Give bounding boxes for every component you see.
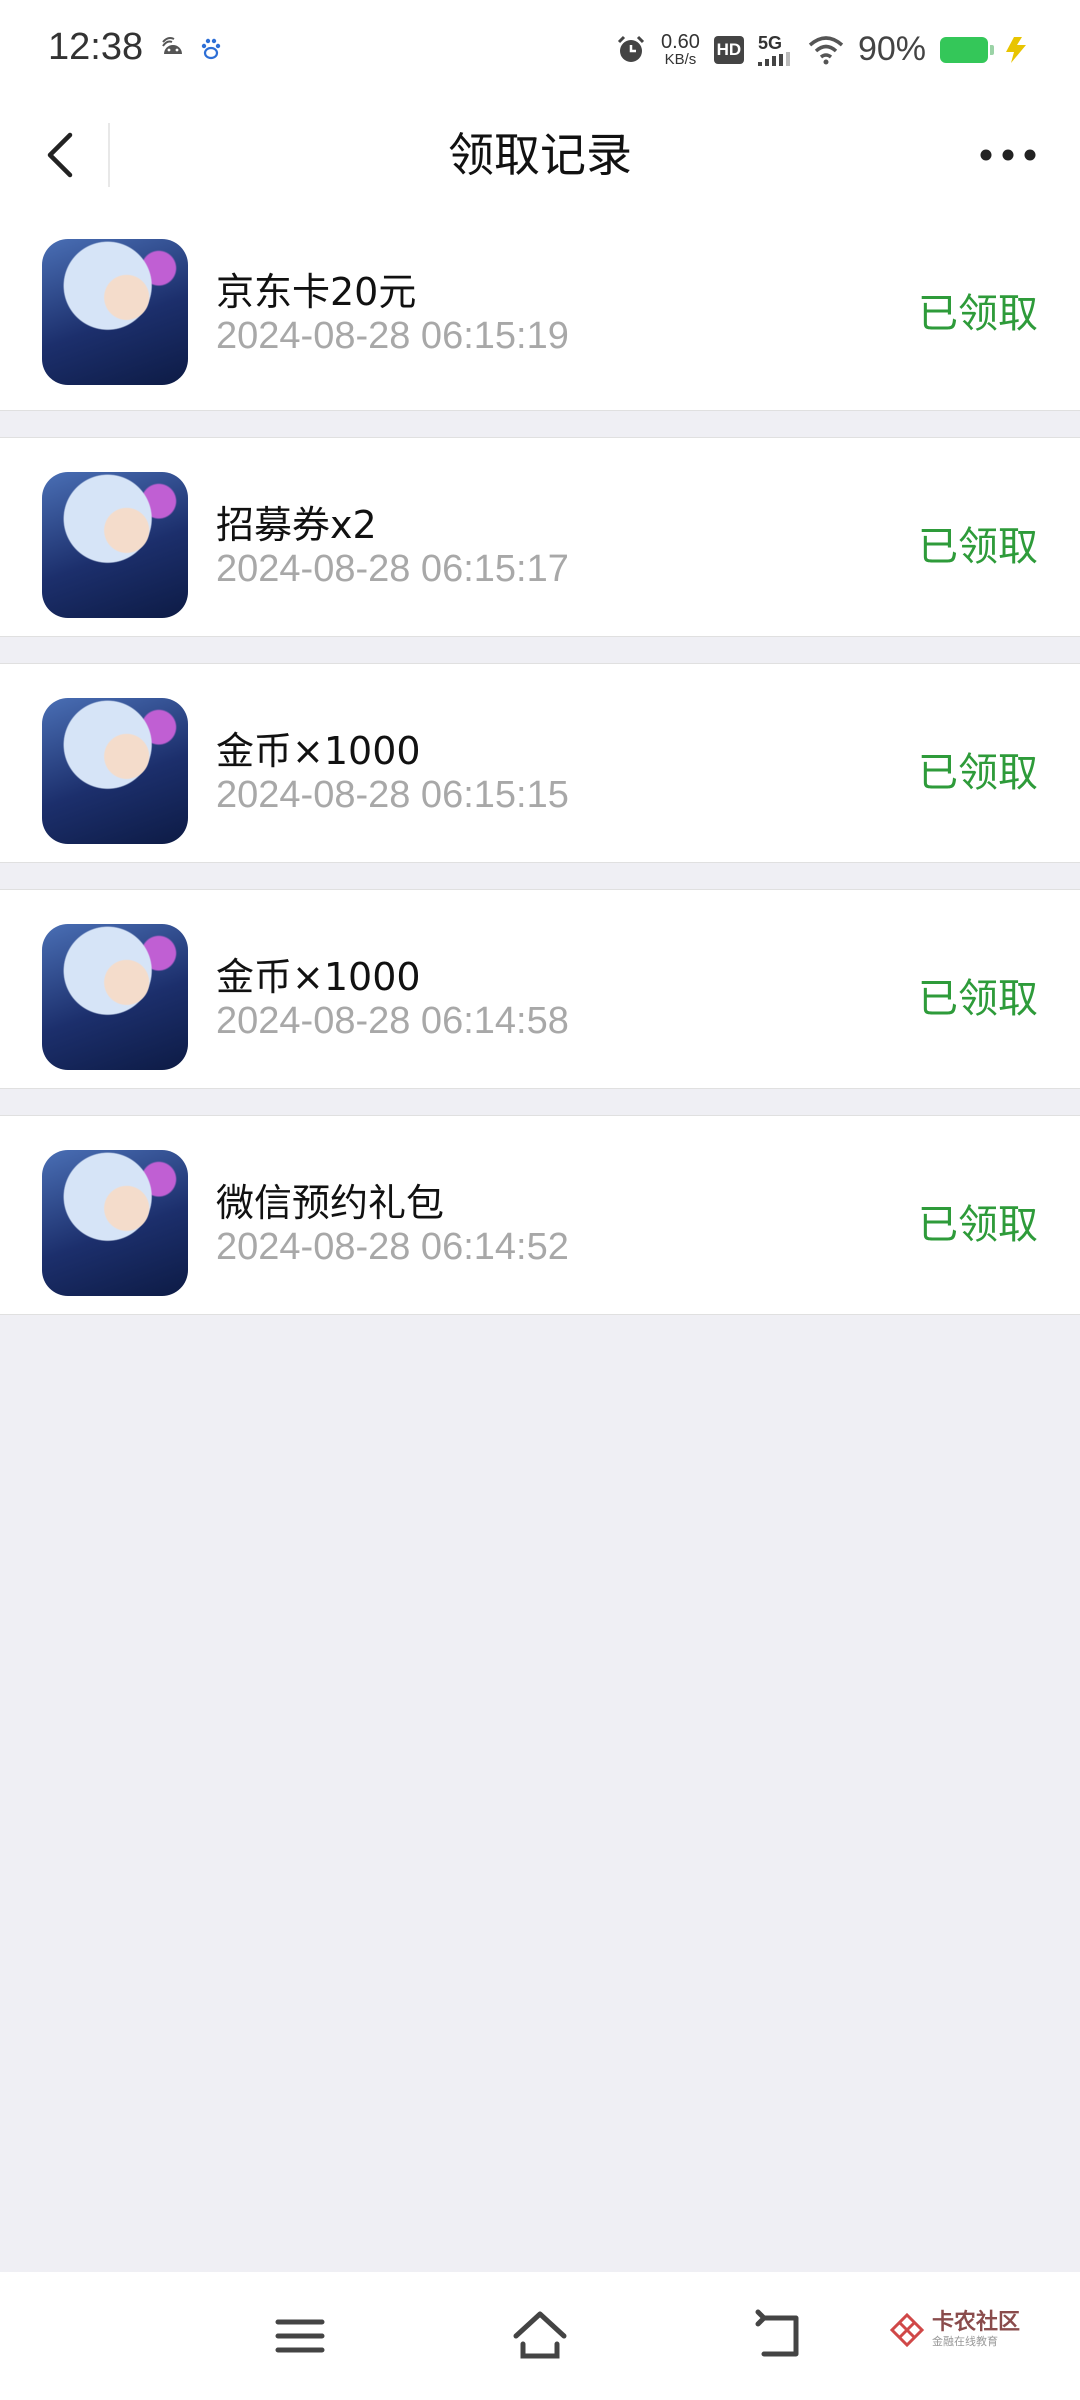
alarm-icon <box>617 35 645 62</box>
item-time: 2024-08-28 06:15:17 <box>216 548 569 590</box>
status-time: 12:38 <box>48 26 144 68</box>
watermark: 卡农社区 金融在线教育 <box>889 2310 1020 2348</box>
battery-percent: 90% <box>857 30 926 68</box>
game-avatar <box>42 1150 188 1296</box>
network-type: 5G <box>757 32 782 53</box>
menu-icon <box>275 2319 325 2353</box>
nav-bar: 领取记录 <box>0 105 1080 205</box>
item-time: 2024-08-28 06:15:15 <box>216 774 569 816</box>
status-badge: 已领取 <box>918 524 1038 570</box>
item-time: 2024-08-28 06:15:19 <box>216 315 569 357</box>
status-bar: 12:38 0.60 KB/s HD 5G 90% <box>0 0 1080 105</box>
list-item[interactable]: 金币×1000 2024-08-28 06:15:15 已领取 <box>0 663 1080 863</box>
home-button[interactable] <box>510 2306 570 2366</box>
item-title: 微信预约礼包 <box>216 1181 445 1225</box>
home-icon <box>513 2311 567 2359</box>
watermark-subtext: 金融在线教育 <box>931 2335 998 2348</box>
kanong-logo-icon <box>889 2312 924 2347</box>
status-badge: 已领取 <box>918 976 1038 1022</box>
list-item[interactable]: 金币×1000 2024-08-28 06:14:58 已领取 <box>0 889 1080 1089</box>
item-title: 京东卡20元 <box>216 270 417 314</box>
item-time: 2024-08-28 06:14:58 <box>216 1000 569 1042</box>
net-speed-unit: KB/s <box>664 51 697 68</box>
status-badge: 已领取 <box>918 291 1038 337</box>
more-button[interactable] <box>968 123 1048 187</box>
battery-icon <box>940 36 994 63</box>
item-title: 金币×1000 <box>216 955 421 999</box>
back-nav-button[interactable] <box>750 2306 810 2366</box>
system-nav-bar: 卡农社区 金融在线教育 <box>0 2272 1080 2400</box>
charging-icon <box>1006 36 1026 63</box>
list-item[interactable]: 京东卡20元 2024-08-28 06:15:19 已领取 <box>0 205 1080 411</box>
game-avatar <box>42 239 188 385</box>
item-time: 2024-08-28 06:14:52 <box>216 1226 569 1268</box>
page-title: 领取记录 <box>448 128 632 182</box>
status-badge: 已领取 <box>918 750 1038 796</box>
android-icon <box>162 37 182 54</box>
item-title: 金币×1000 <box>216 729 421 773</box>
game-avatar <box>42 472 188 618</box>
hd-badge: HD <box>713 35 744 64</box>
game-avatar <box>42 698 188 844</box>
list-item[interactable]: 微信预约礼包 2024-08-28 06:14:52 已领取 <box>0 1115 1080 1315</box>
more-dots-icon <box>980 149 1036 161</box>
signal-icon <box>757 51 790 66</box>
watermark-text: 卡农社区 <box>931 2310 1020 2335</box>
net-speed-value: 0.60 <box>661 31 700 53</box>
item-title: 招募券x2 <box>216 503 377 547</box>
game-avatar <box>42 924 188 1070</box>
menu-button[interactable] <box>270 2306 330 2366</box>
net-speed: 0.60 KB/s <box>661 32 700 67</box>
back-icon <box>755 2309 799 2357</box>
record-list: 京东卡20元 2024-08-28 06:15:19 已领取 招募券x2 202… <box>0 205 1080 1341</box>
wifi-icon <box>808 35 844 64</box>
list-item[interactable]: 招募券x2 2024-08-28 06:15:17 已领取 <box>0 437 1080 637</box>
paw-icon <box>201 38 221 60</box>
status-badge: 已领取 <box>918 1202 1038 1248</box>
